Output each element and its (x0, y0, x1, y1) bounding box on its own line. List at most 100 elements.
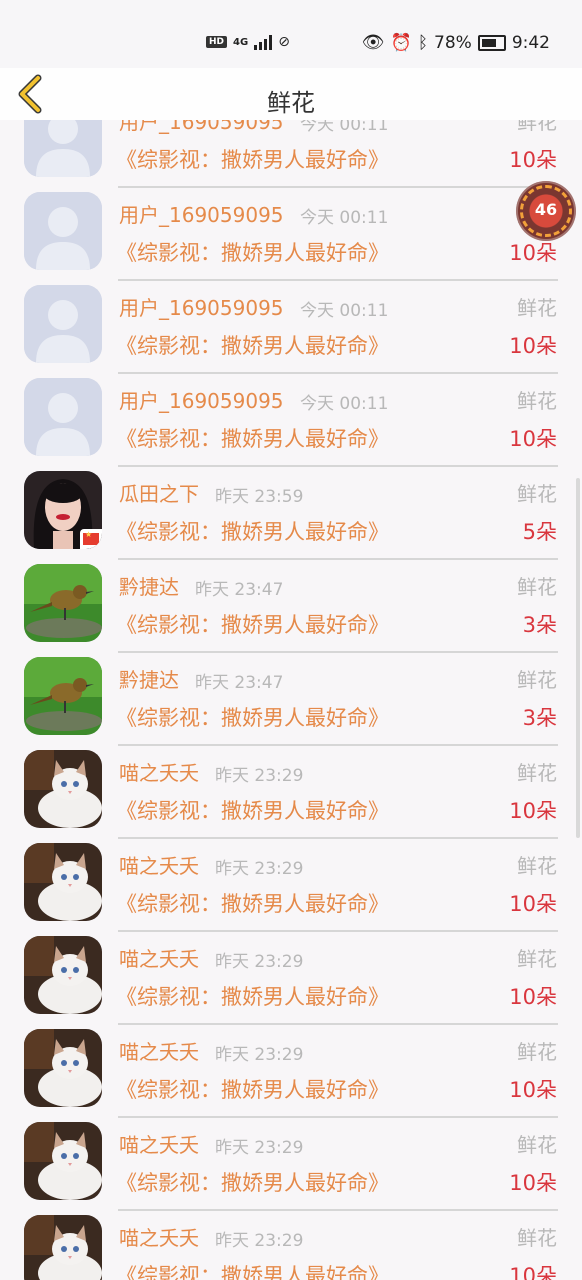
user-avatar[interactable] (24, 471, 102, 549)
gift-record-row[interactable]: 用户_169059095 今天 00:11 鲜花《综影视：撒娇男人最好命》 10朵 (0, 359, 582, 467)
eye-icon: 👁 (361, 32, 385, 53)
timestamp: 昨天 23:29 (215, 1231, 304, 1251)
timestamp: 昨天 23:29 (215, 766, 304, 786)
book-title[interactable]: 《综影视：撒娇男人最好命》 (116, 1074, 389, 1104)
user-avatar[interactable] (24, 1122, 102, 1200)
timestamp: 昨天 23:29 (215, 1045, 304, 1065)
gift-count: 3朵 (522, 706, 557, 730)
gift-record-row[interactable]: 喵之夭夭 昨天 23:29 鲜花《综影视：撒娇男人最好命》 10朵 (0, 731, 582, 839)
status-left: HD 4G ⊘ (206, 34, 290, 50)
gift-type: 鲜花 (517, 296, 557, 320)
book-title[interactable]: 《综影视：撒娇男人最好命》 (116, 516, 389, 546)
gift-type: 鲜花 (517, 1226, 557, 1250)
book-title[interactable]: 《综影视：撒娇男人最好命》 (116, 702, 389, 732)
book-title[interactable]: 《综影视：撒娇男人最好命》 (116, 144, 389, 174)
book-title[interactable]: 《综影视：撒娇男人最好命》 (116, 423, 389, 453)
user-avatar[interactable] (24, 564, 102, 642)
username[interactable]: 用户_169059095 (119, 199, 284, 228)
gift-count: 3朵 (522, 613, 557, 637)
gift-type: 鲜花 (517, 482, 557, 506)
gift-record-row[interactable]: 喵之夭夭 昨天 23:29 鲜花《综影视：撒娇男人最好命》 10朵 (0, 917, 582, 1025)
timestamp: 昨天 23:59 (215, 487, 304, 507)
alarm-icon: ⏰ (390, 32, 412, 53)
user-avatar[interactable] (24, 843, 102, 921)
gift-record-row[interactable]: 用户_169059095 今天 00:11 鲜花《综影视：撒娇男人最好命》 10朵 (0, 120, 582, 188)
page-title: 鲜花 (267, 89, 315, 117)
gift-count: 10朵 (509, 985, 557, 1009)
timestamp: 昨天 23:47 (195, 673, 284, 693)
gift-type: 鲜花 (517, 1040, 557, 1064)
scrollbar[interactable] (576, 478, 580, 838)
default-avatar-icon[interactable] (24, 120, 102, 177)
timestamp: 昨天 23:47 (195, 580, 284, 600)
gift-type: 鲜花 (517, 389, 557, 413)
username[interactable]: 用户_169059095 (119, 385, 284, 414)
username[interactable]: 喵之夭夭 (119, 1129, 199, 1158)
gift-record-row[interactable]: 瓜田之下昨天 23:59 鲜花《综影视：撒娇男人最好命》 5朵 (0, 452, 582, 560)
gift-record-row[interactable]: 喵之夭夭 昨天 23:29 鲜花《综影视：撒娇男人最好命》 10朵 (0, 824, 582, 932)
gift-record-row[interactable]: 喵之夭夭 昨天 23:29 鲜花《综影视：撒娇男人最好命》 10朵 (0, 1103, 582, 1211)
gift-type: 鲜花 (517, 1133, 557, 1157)
timestamp: 今天 00:11 (300, 120, 389, 135)
book-title[interactable]: 《综影视：撒娇男人最好命》 (116, 330, 389, 360)
timestamp: 今天 00:11 (300, 301, 389, 321)
default-avatar-icon[interactable] (24, 192, 102, 270)
gift-type: 鲜花 (517, 947, 557, 971)
username[interactable]: 喵之夭夭 (119, 1222, 199, 1251)
signal-icon (254, 34, 273, 50)
hd-badge: HD (206, 36, 228, 48)
gift-type: 鲜花 (517, 668, 557, 692)
gift-count: 10朵 (509, 1171, 557, 1195)
gift-record-row[interactable]: 黔捷达 昨天 23:47 鲜花《综影视：撒娇男人最好命》 3朵 (0, 638, 582, 746)
gift-count: 5朵 (522, 520, 557, 544)
gift-record-row[interactable]: 黔捷达 昨天 23:47 鲜花 《综影视：撒娇男人最好命》 3朵 (0, 545, 582, 653)
gift-record-row[interactable]: 喵之夭夭 昨天 23:29 鲜花 《综影视：撒娇男人最好命》 10朵 (0, 1196, 582, 1280)
book-title[interactable]: 《综影视：撒娇男人最好命》 (116, 609, 389, 639)
username[interactable]: 用户_169059095 (119, 292, 284, 321)
gift-type: 鲜花 (517, 854, 557, 878)
timestamp: 今天 00:11 (300, 208, 389, 228)
username[interactable]: 喵之夭夭 (119, 757, 199, 786)
username[interactable]: 黔捷达 (119, 571, 179, 600)
username[interactable]: 喵之夭夭 (119, 850, 199, 879)
username[interactable]: 喵之夭夭 (119, 1036, 199, 1065)
gift-type: 鲜花 (517, 120, 557, 134)
book-title[interactable]: 《综影视：撒娇男人最好命》 (116, 237, 389, 267)
gift-type: 鲜花 (517, 761, 557, 785)
battery-icon (477, 34, 506, 51)
book-title[interactable]: 《综影视：撒娇男人最好命》 (116, 1167, 389, 1197)
timestamp: 昨天 23:29 (215, 952, 304, 972)
gift-count: 10朵 (509, 799, 557, 823)
username[interactable]: 用户_169059095 (119, 120, 284, 135)
gift-count: 10朵 (509, 241, 557, 265)
book-title[interactable]: 《综影视：撒娇男人最好命》 (116, 981, 389, 1011)
gift-record-list[interactable]: 用户_169059095 今天 00:11 鲜花 《综影视：撒娇男人最好命》 10朵 用户… (0, 120, 582, 1280)
username[interactable]: 瓜田之下 (119, 478, 199, 507)
gift-count: 10朵 (509, 427, 557, 451)
timestamp: 昨天 23:29 (215, 1138, 304, 1158)
book-title[interactable]: 《综影视：撒娇男人最好命》 (116, 888, 389, 918)
gift-count: 10朵 (509, 148, 557, 172)
floating-widget-label: 46 (534, 200, 558, 219)
username[interactable]: 黔捷达 (119, 664, 179, 693)
user-avatar[interactable] (24, 750, 102, 828)
bluetooth-icon: ᛒ (417, 32, 429, 53)
timestamp: 昨天 23:29 (215, 859, 304, 879)
default-avatar-icon[interactable] (24, 285, 102, 363)
floating-speed-widget[interactable]: 46 (516, 181, 576, 241)
gift-record-list-inner: 用户_169059095 今天 00:11 鲜花 《综影视：撒娇男人最好命》 10朵 用户… (0, 120, 582, 1280)
book-title[interactable]: 《综影视：撒娇男人最好命》 (116, 795, 389, 825)
book-title[interactable]: 《综影视：撒娇男人最好命》 (116, 1260, 389, 1280)
default-avatar-icon[interactable] (24, 378, 102, 456)
user-avatar[interactable] (24, 1029, 102, 1107)
user-avatar[interactable] (24, 936, 102, 1014)
user-avatar[interactable] (24, 657, 102, 735)
gift-record-row[interactable]: 用户_169059095今天 00:11鲜花《综影视：撒娇男人最好命》10朵 (0, 266, 582, 374)
gift-record-row[interactable]: 用户_169059095今天 00:11鲜花《综影视：撒娇男人最好命》10朵 (0, 173, 582, 281)
gift-record-row[interactable]: 喵之夭夭 昨天 23:29 鲜花 《综影视：撒娇男人最好命》 10朵 (0, 1010, 582, 1118)
gift-count: 10朵 (509, 892, 557, 916)
network-label: 4G (233, 36, 249, 48)
timestamp: 今天 00:11 (300, 394, 389, 414)
user-avatar[interactable] (24, 1215, 102, 1280)
username[interactable]: 喵之夭夭 (119, 943, 199, 972)
